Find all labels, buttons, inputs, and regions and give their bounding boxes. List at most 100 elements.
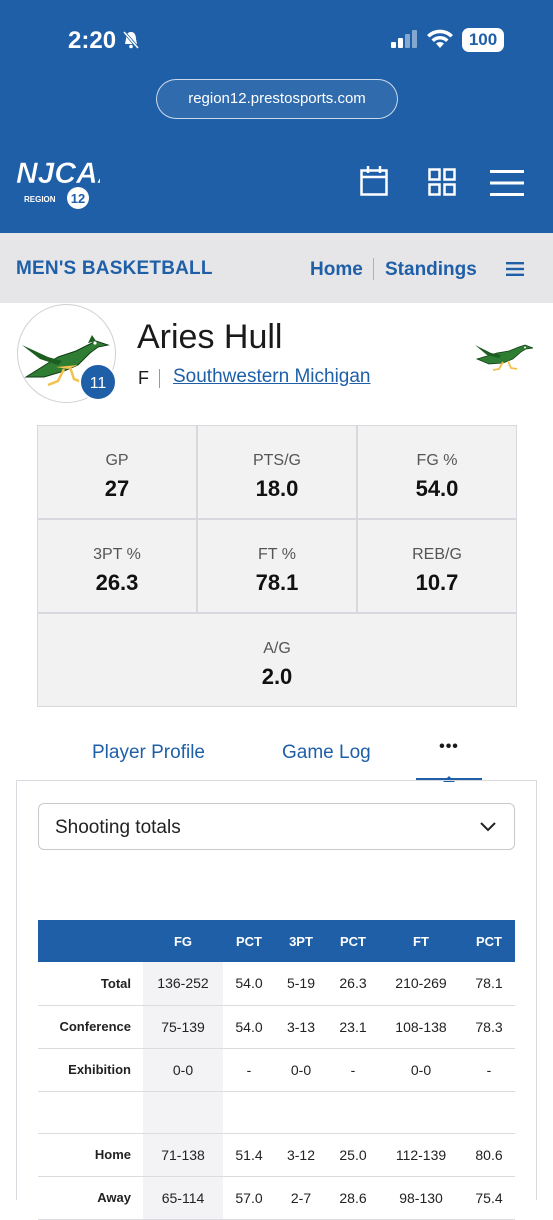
table-cell bbox=[143, 1091, 223, 1134]
table-cell: - bbox=[463, 1048, 515, 1092]
table-cell: 78.3 bbox=[463, 1005, 515, 1049]
stat-label: 3PT % bbox=[93, 546, 141, 563]
column-header[interactable]: PCT bbox=[327, 920, 379, 962]
table-cell: 54.0 bbox=[223, 962, 275, 1006]
row-label: Conference bbox=[38, 1005, 143, 1049]
row-label: Total bbox=[38, 962, 143, 1006]
sport-menu-icon[interactable] bbox=[506, 262, 524, 281]
table-cell: 78.1 bbox=[463, 962, 515, 1006]
table-cell: - bbox=[223, 1048, 275, 1092]
tab-player-profile[interactable]: Player Profile bbox=[92, 742, 205, 764]
column-header[interactable]: 3PT bbox=[275, 920, 327, 962]
sport-title[interactable]: MEN'S BASKETBALL bbox=[16, 258, 213, 280]
stat-value: 26.3 bbox=[95, 570, 139, 595]
table-cell bbox=[327, 1091, 379, 1134]
table-cell: - bbox=[327, 1048, 379, 1092]
nav-divider bbox=[373, 258, 374, 280]
table-cell: 80.6 bbox=[463, 1133, 515, 1177]
table-cell: 57.0 bbox=[223, 1176, 275, 1220]
table-cell: 0-0 bbox=[275, 1048, 327, 1092]
table-cell: 65-114 bbox=[143, 1176, 223, 1220]
table-cell: 108-138 bbox=[379, 1005, 463, 1049]
stat-label: GP bbox=[105, 452, 129, 469]
column-header[interactable]: FT bbox=[379, 920, 463, 962]
stat-label: FT % bbox=[258, 546, 296, 563]
table-header-row: FG PCT 3PT PCT FT PCT bbox=[38, 920, 515, 962]
stat-label: REB/G bbox=[412, 546, 462, 563]
table-row: Home 71-138 51.4 3-12 25.0 112-139 80.6 bbox=[38, 1133, 515, 1177]
table-cell: 210-269 bbox=[379, 962, 463, 1006]
status-bar: 2:20 100 bbox=[0, 0, 553, 80]
stat-label: FG % bbox=[416, 452, 458, 469]
stat-label: PTS/G bbox=[252, 452, 301, 469]
table-cell bbox=[275, 1091, 327, 1134]
silent-bell-icon bbox=[121, 30, 141, 55]
table-cell: 5-19 bbox=[275, 962, 327, 1006]
table-cell: 98-130 bbox=[379, 1176, 463, 1220]
grid-icon[interactable] bbox=[428, 168, 456, 201]
table-row: Away 65-114 57.0 2-7 28.6 98-130 75.4 bbox=[38, 1176, 515, 1220]
row-label: Exhibition bbox=[38, 1048, 143, 1092]
stat-value: 10.7 bbox=[415, 570, 459, 595]
stat-value: 54.0 bbox=[415, 476, 459, 501]
stat-category-select[interactable]: Shooting totals bbox=[38, 803, 515, 850]
stat-ft-pct: FT % 78.1 bbox=[197, 519, 357, 613]
stat-label: A/G bbox=[263, 640, 291, 657]
stat-value: 18.0 bbox=[255, 476, 299, 501]
table-cell: 75.4 bbox=[463, 1176, 515, 1220]
row-label: Away bbox=[38, 1176, 143, 1220]
table-cell bbox=[223, 1091, 275, 1134]
svg-text:REGION: REGION bbox=[24, 195, 56, 204]
url-bar[interactable]: region12.prestosports.com bbox=[156, 79, 398, 119]
chevron-down-icon bbox=[480, 819, 496, 837]
wifi-icon bbox=[426, 29, 454, 54]
table-cell: 3-13 bbox=[275, 1005, 327, 1049]
status-time: 2:20 bbox=[68, 27, 117, 54]
table-cell: 2-7 bbox=[275, 1176, 327, 1220]
stat-pts-per-game: PTS/G 18.0 bbox=[197, 425, 357, 519]
stat-ast-per-game: A/G 2.0 bbox=[37, 613, 517, 707]
nav-home-link[interactable]: Home bbox=[310, 259, 363, 281]
table-cell: 0-0 bbox=[379, 1048, 463, 1092]
table-cell: 23.1 bbox=[327, 1005, 379, 1049]
row-label bbox=[38, 1091, 143, 1134]
table-row: Exhibition 0-0 - 0-0 - 0-0 - bbox=[38, 1048, 515, 1092]
stat-gp: GP 27 bbox=[37, 425, 197, 519]
select-value: Shooting totals bbox=[55, 817, 181, 838]
more-dots-icon: ••• bbox=[439, 738, 459, 755]
table-cell: 28.6 bbox=[327, 1176, 379, 1220]
stat-value: 27 bbox=[104, 476, 130, 501]
tab-more[interactable]: ••• bbox=[416, 730, 482, 782]
njcaa-region12-logo[interactable]: NJCAA REGION 12 bbox=[14, 147, 120, 218]
column-header[interactable]: PCT bbox=[223, 920, 275, 962]
stat-value: 2.0 bbox=[261, 664, 293, 689]
player-team-link[interactable]: Southwestern Michigan bbox=[173, 366, 371, 388]
player-position: F bbox=[138, 368, 149, 388]
stat-3pt-pct: 3PT % 26.3 bbox=[37, 519, 197, 613]
column-header bbox=[38, 920, 143, 962]
nav-standings-link[interactable]: Standings bbox=[385, 259, 477, 281]
svg-text:NJCAA: NJCAA bbox=[16, 157, 100, 190]
tab-game-log[interactable]: Game Log bbox=[282, 742, 371, 764]
position-team-divider bbox=[159, 369, 160, 388]
table-cell: 25.0 bbox=[327, 1133, 379, 1177]
table-cell: 0-0 bbox=[143, 1048, 223, 1092]
team-logo-icon[interactable] bbox=[475, 337, 537, 376]
player-name: Aries Hull bbox=[137, 318, 283, 356]
column-header[interactable]: FG bbox=[143, 920, 223, 962]
table-cell bbox=[379, 1091, 463, 1134]
stat-reb-per-game: REB/G 10.7 bbox=[357, 519, 517, 613]
table-cell: 3-12 bbox=[275, 1133, 327, 1177]
table-cell: 75-139 bbox=[143, 1005, 223, 1049]
column-header[interactable]: PCT bbox=[463, 920, 515, 962]
table-cell: 54.0 bbox=[223, 1005, 275, 1049]
table-cell: 26.3 bbox=[327, 962, 379, 1006]
table-cell: 112-139 bbox=[379, 1133, 463, 1177]
stat-fg-pct: FG % 54.0 bbox=[357, 425, 517, 519]
calendar-icon[interactable] bbox=[360, 166, 388, 201]
table-spacer-row bbox=[38, 1091, 515, 1134]
table-cell: 136-252 bbox=[143, 962, 223, 1006]
hamburger-menu-icon[interactable] bbox=[490, 170, 524, 201]
table-cell: 71-138 bbox=[143, 1133, 223, 1177]
table-cell: 51.4 bbox=[223, 1133, 275, 1177]
